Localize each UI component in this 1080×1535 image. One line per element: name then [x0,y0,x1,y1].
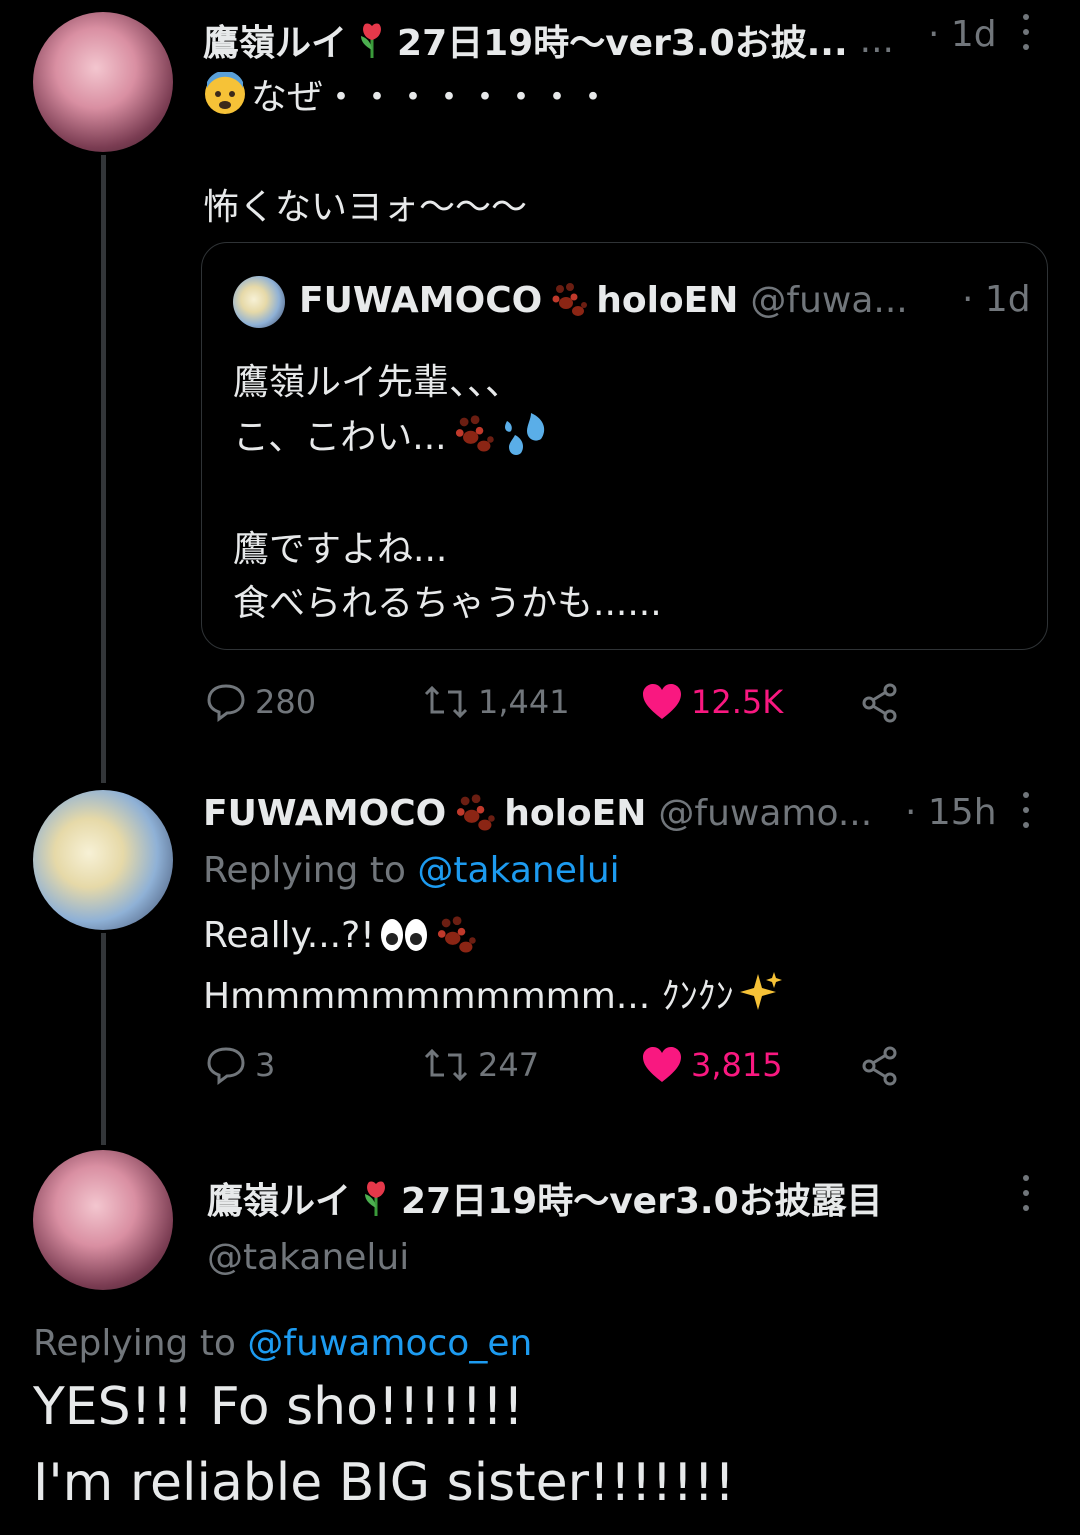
quoted-text: 鷹嶺ルイ先輩、、、 [233,362,522,403]
quoted-time: · 1d [962,279,1031,320]
quoted-text: 鷹ですよね... [233,529,448,570]
thread-line [101,933,106,1145]
author-name[interactable]: 鷹嶺ルイ [203,14,347,66]
thread-line [101,155,106,783]
more-options-icon[interactable] [1023,792,1029,828]
avatar[interactable] [33,12,173,152]
tweet-text-line: Really...?! [203,912,479,958]
reply-count: 280 [255,683,317,721]
quoted-text-line: こ、こわい... [233,408,551,460]
tweet-text: I'm reliable BIG sister!!!!!!! [33,1453,735,1513]
tweet-text: なぜ・・・・・・・・ [251,77,612,118]
author-name[interactable]: 鷹嶺ルイ [207,1172,351,1224]
retweet-button[interactable]: 1,441 [422,682,570,722]
quoted-handle: @fuwa... [750,279,908,321]
author-name-suffix: holoEN [504,792,647,834]
heart-icon [643,1047,681,1082]
paw-icon [457,794,495,831]
tweet-header: FUWAMOCO holoEN @fuwamo... [203,790,872,836]
replying-to: Replying to @fuwamoco_en [33,1323,532,1364]
heart-icon [643,684,681,719]
tweet-time[interactable]: · 1d [928,14,997,55]
tweet-header: 鷹嶺ルイ 27日19時〜ver3.0お披露目 [207,1172,883,1224]
replying-label: Replying to [203,850,406,891]
author-name-suffix: 27日19時〜ver3.0お披露目 [401,1181,883,1222]
reply-icon [207,684,245,722]
tweet-text: Hmmmmmmmmmmm... ｸﾝｸﾝ [203,976,734,1017]
share-button[interactable] [860,682,900,724]
reply-icon [207,1047,245,1085]
replying-to: Replying to @takanelui [203,850,620,891]
share-icon [862,1046,897,1086]
tweet-text: YES!!! Fo sho!!!!!!! [33,1377,524,1437]
tweet-text-line: Hmmmmmmmmmmm... ｸﾝｸﾝ [203,967,784,1019]
retweet-button[interactable]: 247 [422,1045,539,1085]
author-handle[interactable]: @takanelui [207,1237,409,1278]
paw-icon [552,283,588,316]
tweet-time[interactable]: · 15h [905,792,997,833]
replying-label: Replying to [33,1323,236,1364]
avatar[interactable] [33,790,173,930]
tweet-header: 鷹嶺ルイ 27日19時〜ver3.0お披... ... [203,14,894,66]
tweet-text: Really...?! [203,914,375,956]
sparkles-icon [739,972,782,1010]
eyes-icon [380,919,427,951]
reply-button[interactable]: 3 [205,1045,275,1085]
share-icon [862,683,897,723]
author-name-suffix: 27日19時〜ver3.0お披... [397,23,848,64]
reply-button[interactable]: 280 [205,682,316,722]
avatar[interactable] [33,1150,173,1290]
tweet-text-line: なぜ・・・・・・・・ [203,68,611,120]
avatar [233,276,285,328]
retweet-count: 1,441 [478,683,570,721]
quoted-tweet[interactable]: FUWAMOCO holoEN @fuwa... · 1d 鷹嶺ルイ先輩、、、 … [201,242,1048,650]
like-count: 3,815 [691,1046,783,1084]
like-button[interactable]: 12.5K [641,682,783,722]
paw-icon [437,916,476,953]
paw-icon [455,415,494,452]
more-options-icon[interactable] [1023,1175,1029,1211]
quoted-author-suffix: holoEN [596,279,739,321]
tweet-text: 怖くないヨォ〜〜〜 [203,187,528,228]
reply-count: 3 [255,1046,276,1084]
tulip-icon [361,23,381,58]
more-options-icon[interactable] [1023,14,1029,50]
replying-to-link[interactable]: @fuwamoco_en [247,1323,532,1364]
sweat-droplets-icon [504,413,544,455]
author-name[interactable]: FUWAMOCO [203,793,446,834]
ellipsis: ... [859,19,894,61]
quoted-author-name: FUWAMOCO [299,279,543,321]
quoted-text: こ、こわい... [233,417,447,458]
like-button[interactable]: 3,815 [641,1045,783,1085]
quoted-text: 食べられるちゃうかも...... [233,583,662,624]
author-handle[interactable]: @fuwamo... [658,793,872,834]
replying-to-link[interactable]: @takanelui [417,850,619,891]
retweet-icon [424,1048,468,1082]
retweet-icon [424,685,468,719]
retweet-count: 247 [478,1046,540,1084]
like-count: 12.5K [691,683,784,721]
anxious-face-icon [205,72,245,114]
share-button[interactable] [860,1045,900,1087]
tulip-icon [365,1181,385,1216]
